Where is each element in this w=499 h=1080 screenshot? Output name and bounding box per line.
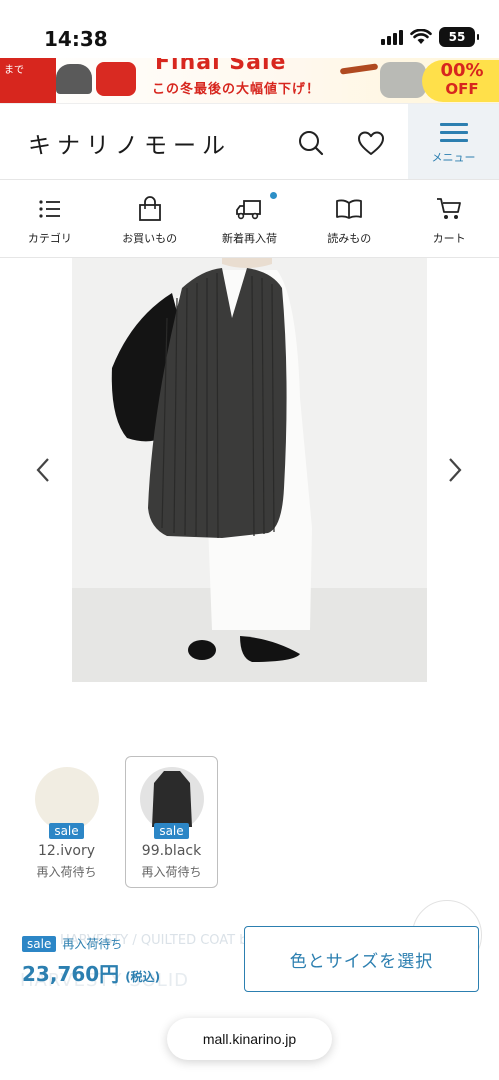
banner-product-image <box>339 63 379 75</box>
next-image-arrow[interactable] <box>444 455 464 485</box>
variant-black[interactable]: sale 99.black 再入荷待ち <box>125 756 218 888</box>
variant-name: 12.ivory <box>37 843 96 859</box>
nav-label: 新着再入荷 <box>221 232 277 245</box>
banner-left-text: まで <box>0 58 56 103</box>
nav-item-category[interactable]: カテゴリ <box>0 180 100 257</box>
sale-badge: sale <box>154 823 189 839</box>
category-nav: カテゴリ お買いもの 新着再入荷 読みもの カート <box>0 180 499 258</box>
book-icon <box>336 199 363 219</box>
heart-icon[interactable] <box>356 128 386 158</box>
nav-label: お買いもの <box>122 232 178 245</box>
shopping-bag-icon <box>138 196 161 221</box>
variant-status: 再入荷待ち <box>141 865 202 879</box>
banner-subtitle: この冬最後の大幅値下げ！ <box>152 82 321 97</box>
nav-item-cart[interactable]: カート <box>399 180 499 257</box>
battery-icon: 55 <box>439 27 479 47</box>
list-icon <box>39 200 60 218</box>
delivery-truck-icon <box>236 200 262 220</box>
nav-label: カテゴリ <box>27 232 72 245</box>
menu-label: メニュー <box>431 151 476 164</box>
nav-label: 読みもの <box>327 232 372 245</box>
sale-badge: sale <box>22 935 57 952</box>
status-time: 14:38 <box>44 27 108 51</box>
wifi-icon <box>410 29 432 44</box>
status-icons: 55 <box>381 27 479 47</box>
banner-product-image <box>56 64 92 94</box>
menu-button[interactable]: メニュー <box>408 104 499 179</box>
sale-badge: sale <box>49 823 84 839</box>
browser-url-bar[interactable]: mall.kinarino.jp <box>167 1018 332 1060</box>
previous-image-arrow[interactable] <box>34 455 54 485</box>
product-price: 23,760円 <box>22 962 120 986</box>
tax-label: (税込) <box>125 970 161 984</box>
banner-title: Final Sale <box>155 58 287 75</box>
product-photo <box>72 258 427 682</box>
variant-swatch: sale <box>34 767 99 839</box>
banner-discount-off: OFF <box>445 80 479 98</box>
banner-discount-badge: 00% OFF <box>422 60 499 102</box>
cellular-signal-icon <box>381 29 403 45</box>
sale-banner[interactable]: まで Final Sale この冬最後の大幅値下げ！ 00% OFF <box>0 58 499 104</box>
nav-item-new-arrivals[interactable]: 新着再入荷 <box>200 180 300 257</box>
banner-discount-percent: 00% <box>440 60 484 81</box>
color-variants: sale 12.ivory 再入荷待ち sale 99.black 再入荷待ち <box>20 756 218 888</box>
status-bar: 14:38 55 <box>0 0 499 58</box>
banner-product-image <box>96 62 136 96</box>
variant-swatch: sale <box>139 767 204 839</box>
restock-status: 再入荷待ち <box>62 937 123 951</box>
price-block: sale 再入荷待ち 23,760円 (税込) <box>22 935 160 987</box>
site-logo[interactable]: キナリノモール <box>28 126 231 160</box>
notification-dot <box>270 192 278 199</box>
variant-status: 再入荷待ち <box>36 865 97 879</box>
variant-ivory[interactable]: sale 12.ivory 再入荷待ち <box>20 756 113 888</box>
black-coat-thumbnail <box>151 771 192 827</box>
search-icon[interactable] <box>296 128 326 158</box>
site-header: キナリノモール メニュー <box>0 104 499 180</box>
nav-label: カート <box>432 232 466 245</box>
nav-item-articles[interactable]: 読みもの <box>299 180 399 257</box>
product-main-image[interactable] <box>72 258 427 682</box>
battery-level: 55 <box>448 30 466 44</box>
banner-product-image <box>380 62 426 98</box>
hamburger-icon <box>439 118 468 147</box>
variant-name: 99.black <box>141 843 202 859</box>
select-color-size-button[interactable]: 色とサイズを選択 <box>244 926 479 992</box>
nav-item-shopping[interactable]: お買いもの <box>100 180 200 257</box>
cart-icon <box>437 198 461 219</box>
